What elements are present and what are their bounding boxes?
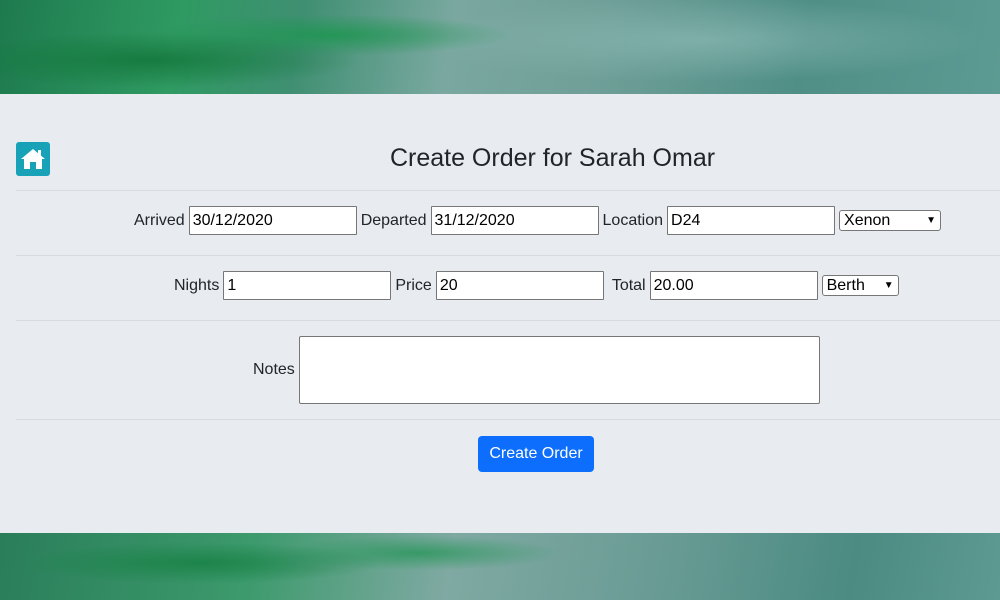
departed-input[interactable] bbox=[430, 206, 599, 235]
pricing-row: Nights Price Total Berth ▼ bbox=[0, 271, 1000, 300]
notes-textarea[interactable] bbox=[298, 336, 820, 404]
create-order-button[interactable]: Create Order bbox=[478, 436, 594, 472]
nights-label: Nights bbox=[174, 276, 220, 294]
chevron-down-icon: ▼ bbox=[926, 215, 937, 226]
location-select[interactable]: Xenon ▼ bbox=[839, 210, 942, 231]
notes-label: Notes bbox=[253, 361, 295, 378]
background-image-top bbox=[0, 0, 1000, 94]
notes-row: Notes bbox=[0, 336, 1000, 404]
total-label: Total bbox=[611, 276, 646, 294]
price-label: Price bbox=[395, 276, 432, 294]
page-title: Create Order for Sarah Omar bbox=[389, 144, 716, 172]
berth-type-select[interactable]: Berth ▼ bbox=[821, 275, 899, 296]
divider bbox=[16, 255, 1000, 256]
divider bbox=[16, 419, 1000, 420]
location-label: Location bbox=[602, 211, 664, 229]
order-form-panel: Create Order for Sarah Omar Arrived Depa… bbox=[0, 94, 1000, 533]
arrived-label: Arrived bbox=[134, 211, 185, 229]
location-select-value: Xenon bbox=[844, 211, 891, 229]
location-input[interactable] bbox=[667, 206, 836, 235]
chevron-down-icon: ▼ bbox=[883, 280, 894, 291]
divider bbox=[16, 320, 1000, 321]
price-input[interactable] bbox=[435, 271, 604, 300]
divider bbox=[16, 190, 1000, 191]
departed-label: Departed bbox=[360, 211, 427, 229]
berth-type-select-value: Berth bbox=[826, 276, 865, 294]
background-image-bottom bbox=[0, 533, 1000, 600]
total-input[interactable] bbox=[649, 271, 818, 300]
nights-input[interactable] bbox=[223, 271, 392, 300]
dates-location-row: Arrived Departed Location Xenon ▼ bbox=[0, 206, 1000, 235]
arrived-input[interactable] bbox=[188, 206, 357, 235]
